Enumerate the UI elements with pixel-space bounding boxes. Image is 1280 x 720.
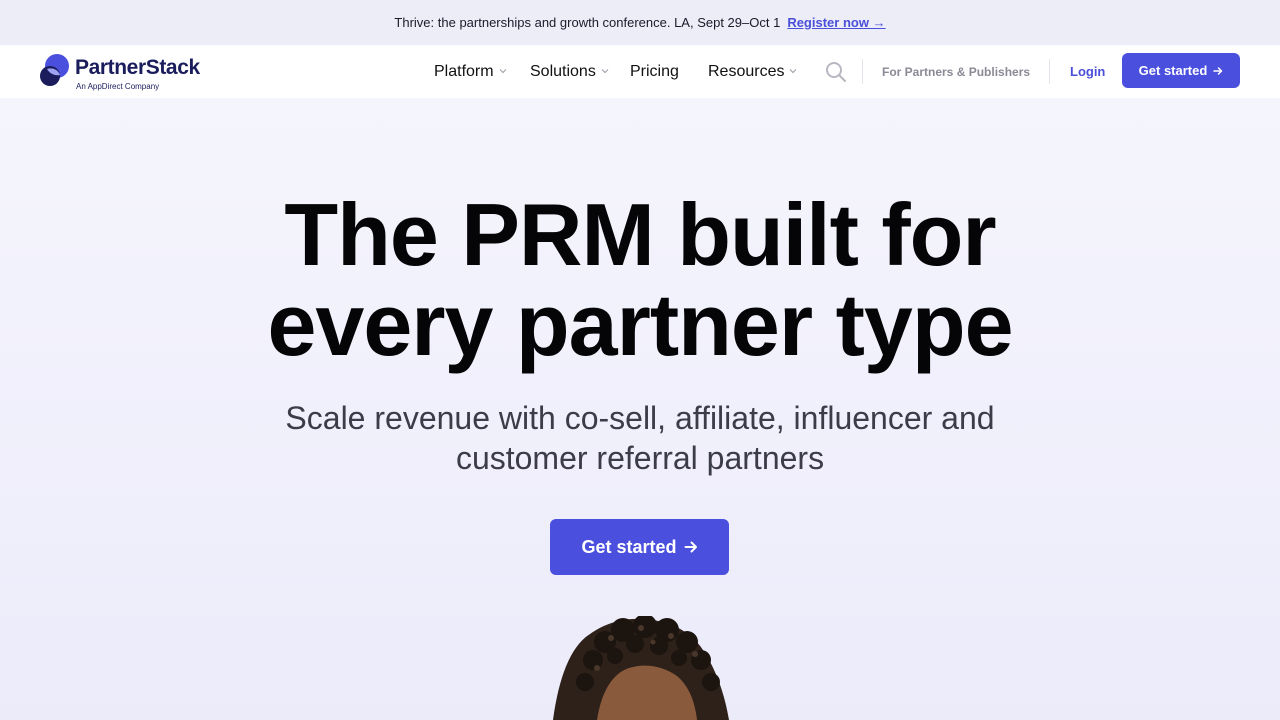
hero-subtitle-line2: customer referral partners bbox=[455, 440, 825, 476]
partners-publishers-link[interactable]: For Partners & Publishers bbox=[882, 45, 1030, 98]
nav-pricing-label: Pricing bbox=[630, 62, 679, 80]
nav-divider bbox=[862, 59, 863, 84]
register-now-link[interactable]: Register now → bbox=[787, 15, 885, 30]
partnerstack-logo-icon bbox=[40, 54, 69, 86]
arrow-right-icon bbox=[684, 541, 697, 553]
nav-divider bbox=[1049, 59, 1050, 84]
search-icon[interactable] bbox=[825, 61, 847, 83]
logo[interactable]: PartnerStack An AppDirect Company bbox=[40, 51, 220, 93]
arrow-right-icon bbox=[1213, 66, 1223, 75]
header-get-started-label: Get started bbox=[1138, 63, 1208, 78]
login-link[interactable]: Login bbox=[1070, 45, 1105, 98]
nav-resources[interactable]: Resources bbox=[708, 45, 797, 98]
logo-tagline: An AppDirect Company bbox=[76, 82, 160, 91]
nav-solutions[interactable]: Solutions bbox=[530, 45, 609, 98]
hero-get-started-button[interactable]: Get started bbox=[550, 519, 729, 575]
hero-subtitle: Scale revenue with co-sell, affiliate, i… bbox=[240, 398, 1040, 478]
hero-subtitle-line1: Scale revenue with co-sell, affiliate, i… bbox=[285, 400, 995, 436]
hero-title: The PRM built for every partner type bbox=[0, 190, 1280, 370]
hero-title-line1: The PRM built for bbox=[284, 185, 996, 284]
nav-pricing[interactable]: Pricing bbox=[630, 45, 679, 98]
chevron-down-icon bbox=[601, 68, 609, 73]
site-header: PartnerStack An AppDirect Company Platfo… bbox=[0, 45, 1280, 98]
announcement-bar: Thrive: the partnerships and growth conf… bbox=[0, 0, 1280, 45]
header-get-started-button[interactable]: Get started bbox=[1122, 53, 1240, 88]
nav-platform-label: Platform bbox=[434, 62, 494, 80]
chevron-down-icon bbox=[499, 68, 506, 73]
hero-section: The PRM built for every partner type Sca… bbox=[0, 98, 1280, 720]
nav-solutions-label: Solutions bbox=[530, 62, 596, 80]
announcement-text: Thrive: the partnerships and growth conf… bbox=[394, 15, 781, 30]
nav-platform[interactable]: Platform bbox=[434, 45, 507, 98]
nav-resources-label: Resources bbox=[708, 62, 785, 80]
hero-title-line2: every partner type bbox=[267, 275, 1013, 374]
chevron-down-icon bbox=[790, 68, 797, 73]
logo-name: PartnerStack bbox=[75, 56, 200, 79]
hero-person-image bbox=[553, 616, 729, 720]
hero-get-started-label: Get started bbox=[581, 536, 677, 557]
